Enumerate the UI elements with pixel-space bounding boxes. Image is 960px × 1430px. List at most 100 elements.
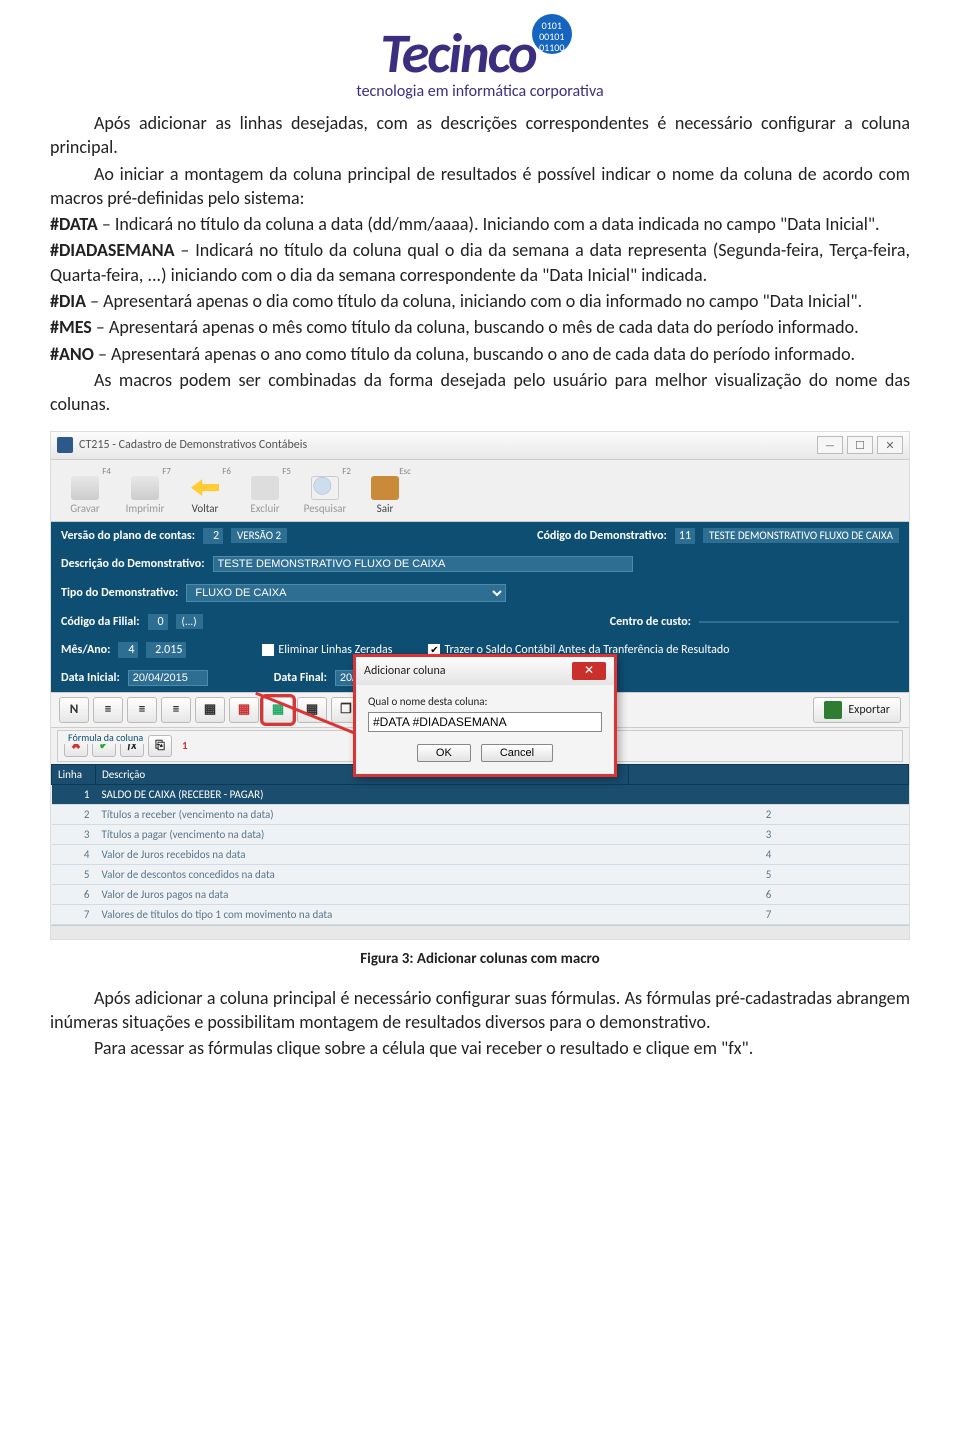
app-title: CT215 - Cadastro de Demonstrativos Contá… — [79, 438, 307, 452]
cell-linha: 6 — [52, 884, 96, 904]
gravar-button[interactable]: F4Gravar — [59, 464, 111, 517]
data-inicial-label: Data Inicial: — [61, 671, 120, 685]
table-row[interactable]: 7Valores de títulos do tipo 1 com movime… — [52, 904, 909, 924]
excluir-label: Excluir — [250, 502, 279, 515]
save-icon — [71, 476, 99, 500]
export-button[interactable]: Exportar — [813, 697, 901, 723]
app-icon — [57, 437, 73, 453]
after-p1: Após adicionar a coluna principal é nece… — [50, 986, 910, 1035]
status-bar — [51, 925, 909, 939]
paragraph-macro-dia: #DIA – Apresentará apenas o dia como tít… — [50, 289, 910, 313]
row-filial: Código da Filial: 0 (...) Centro de cust… — [51, 608, 909, 636]
voltar-fkey: F6 — [222, 466, 231, 476]
align-right-button[interactable]: ≡ — [161, 697, 191, 723]
imprimir-label: Imprimir — [126, 502, 165, 515]
lines-grid[interactable]: Linha Descrição 1SALDO DE CAIXA (RECEBER… — [51, 764, 909, 925]
descricao-label: Descrição do Demonstrativo: — [61, 557, 205, 571]
mes-value[interactable]: 4 — [118, 642, 138, 658]
col-linha-header[interactable]: Linha — [52, 764, 96, 784]
macro-mes-label: #MES — [50, 316, 92, 338]
row-tipo: Tipo do Demonstrativo: FLUXO DE CAIXA — [51, 578, 909, 608]
dialog-cancel-button[interactable]: Cancel — [481, 744, 553, 762]
dialog-close-button[interactable]: ✕ — [572, 662, 606, 680]
table-row[interactable]: 1SALDO DE CAIXA (RECEBER - PAGAR) — [52, 784, 909, 804]
close-button[interactable]: ✕ — [877, 436, 903, 454]
door-icon — [371, 476, 399, 500]
paragraph-8: As macros podem ser combinadas da forma … — [50, 368, 910, 417]
sair-fkey: Esc — [399, 466, 411, 476]
cell-linha: 7 — [52, 904, 96, 924]
excel-icon — [824, 701, 842, 719]
tipo-select[interactable]: FLUXO DE CAIXA — [186, 584, 506, 602]
paragraph-macro-data: #DATA – Indicará no título da coluna a d… — [50, 212, 910, 236]
bold-button[interactable]: N — [59, 697, 89, 723]
descricao-input[interactable] — [213, 556, 633, 572]
table-row[interactable]: 2Títulos a receber (vencimento na data)2 — [52, 804, 909, 824]
filial-label: Código da Filial: — [61, 615, 140, 629]
app-titlebar: CT215 - Cadastro de Demonstrativos Contá… — [51, 432, 909, 460]
formula-tool-button[interactable]: ⎘ — [148, 735, 172, 757]
excluir-button[interactable]: F5 Excluir — [239, 464, 291, 517]
ano-value[interactable]: 2.015 — [146, 642, 186, 658]
table-row[interactable]: 5Valor de descontos concedidos na data5 — [52, 864, 909, 884]
macro-diadasemana-label: #DIADASEMANA — [50, 239, 175, 261]
pesquisar-label: Pesquisar — [304, 502, 347, 515]
col-extra-header[interactable] — [629, 764, 909, 784]
tipo-label: Tipo do Demonstrativo: — [61, 586, 178, 600]
macro-ano-desc: – Apresentará apenas o ano como título d… — [94, 343, 855, 365]
codigo-demo-text: TESTE DEMONSTRATIVO FLUXO DE CAIXA — [703, 528, 899, 543]
maximize-button[interactable]: ☐ — [847, 436, 873, 454]
row-versao: Versão do plano de contas: 2 VERSÃO 2 Có… — [51, 522, 909, 550]
versao-text: VERSÃO 2 — [231, 528, 287, 543]
macro-ano-label: #ANO — [50, 343, 94, 365]
centro-custo-label: Centro de custo: — [610, 615, 691, 629]
cell-desc: SALDO DE CAIXA (RECEBER - PAGAR) — [96, 784, 629, 804]
logo-brand: Tecinco — [380, 20, 535, 88]
minimize-button[interactable]: — — [817, 436, 843, 454]
data-inicial-input[interactable] — [128, 670, 208, 686]
imprimir-button[interactable]: F7 Imprimir — [119, 464, 171, 517]
cell-desc: Valor de Juros recebidos na data — [96, 844, 629, 864]
align-left-button[interactable]: ≡ — [93, 697, 123, 723]
voltar-label: Voltar — [192, 502, 219, 515]
centro-custo-value[interactable] — [699, 621, 899, 623]
filial-value[interactable]: 0 — [148, 614, 168, 630]
cell-linha: 1 — [52, 784, 96, 804]
sair-label: Sair — [377, 502, 394, 515]
macro-data-label: #DATA — [50, 213, 98, 235]
mesano-label: Mês/Ano: — [61, 643, 110, 657]
excluir-fkey: F5 — [282, 466, 291, 476]
formula-value: 1 — [182, 739, 188, 752]
table-row[interactable]: 3Títulos a pagar (vencimento na data)3 — [52, 824, 909, 844]
paragraph-1: Após adicionar as linhas desejadas, com … — [50, 111, 910, 160]
sair-button[interactable]: Esc Sair — [359, 464, 411, 517]
table-row[interactable]: 4Valor de Juros recebidos na data4 — [52, 844, 909, 864]
versao-num[interactable]: 2 — [203, 528, 223, 544]
dialog-ok-button[interactable]: OK — [417, 744, 471, 762]
pesquisar-fkey: F2 — [342, 466, 351, 476]
codigo-demo-label: Código do Demonstrativo: — [537, 529, 667, 543]
body-text: Após adicionar as linhas desejadas, com … — [50, 111, 910, 417]
formula-legend: Fórmula da coluna — [64, 731, 147, 744]
imprimir-fkey: F7 — [162, 466, 171, 476]
dialog-title: Adicionar coluna — [364, 664, 446, 678]
filial-lookup-button[interactable]: (...) — [176, 614, 203, 629]
dialog-column-name-input[interactable] — [368, 712, 602, 732]
macro-data-desc: – Indicará no título da coluna a data (d… — [98, 213, 880, 235]
codigo-demo-num[interactable]: 11 — [675, 528, 695, 544]
back-arrow-icon — [191, 476, 219, 500]
cell-desc: Títulos a receber (vencimento na data) — [96, 804, 629, 824]
pesquisar-button[interactable]: F2 Pesquisar — [299, 464, 351, 517]
delete-column-button[interactable]: ▦ — [229, 697, 259, 723]
table-row[interactable]: 6Valor de Juros pagos na data6 — [52, 884, 909, 904]
gravar-label: Gravar — [70, 502, 100, 515]
dialog-titlebar: Adicionar coluna ✕ — [356, 657, 614, 685]
voltar-button[interactable]: F6 Voltar — [179, 464, 231, 517]
grid-button[interactable]: ▦ — [195, 697, 225, 723]
versao-label: Versão do plano de contas: — [61, 529, 195, 543]
cell-desc: Valor de Juros pagos na data — [96, 884, 629, 904]
align-center-button[interactable]: ≡ — [127, 697, 157, 723]
macro-mes-desc: – Apresentará apenas o mês como título d… — [92, 316, 859, 338]
search-icon — [311, 476, 339, 500]
figure-caption: Figura 3: Adicionar colunas com macro — [50, 950, 910, 968]
